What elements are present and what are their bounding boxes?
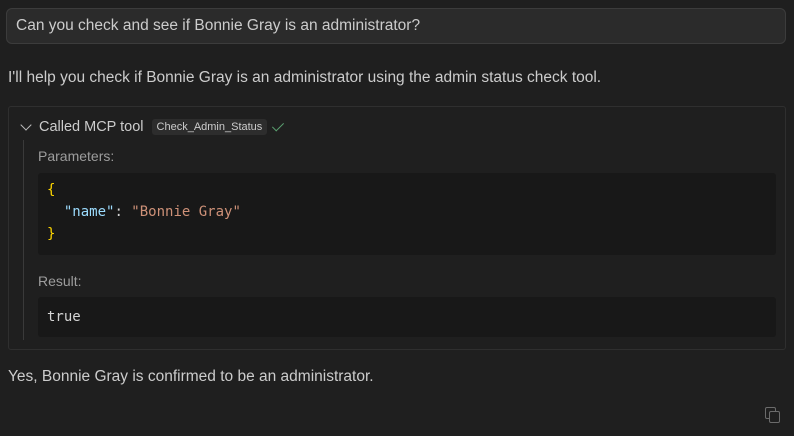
result-value: true [47, 309, 81, 325]
parameters-label: Parameters: [38, 148, 115, 164]
user-message-text: Can you check and see if Bonnie Gray is … [16, 17, 421, 34]
json-value: "Bonnie Gray" [131, 204, 241, 220]
tool-call-label: Called MCP tool [39, 119, 144, 135]
json-open-brace: { [47, 182, 56, 198]
tool-call-header[interactable]: Called MCP tool Check_Admin_Status [19, 118, 285, 136]
copy-icon[interactable] [765, 407, 780, 423]
user-message[interactable]: Can you check and see if Bonnie Gray is … [6, 8, 786, 44]
check-icon [272, 119, 285, 132]
json-key: "name" [63, 204, 115, 220]
chat-panel: Can you check and see if Bonnie Gray is … [0, 0, 794, 436]
assistant-intro-text: I'll help you check if Bonnie Gray is an… [8, 69, 602, 86]
result-label: Result: [38, 273, 82, 289]
parameters-code-block: { "name": "Bonnie Gray" } [38, 173, 776, 255]
tool-name-badge: Check_Admin_Status [151, 119, 268, 135]
result-code-block: true [38, 297, 776, 337]
json-colon: : [114, 204, 132, 220]
tool-call-card: Called MCP tool Check_Admin_Status Param… [8, 106, 786, 350]
json-close-brace: } [47, 226, 56, 242]
tool-call-details: Parameters: { "name": "Bonnie Gray" } Re… [23, 140, 778, 340]
chevron-down-icon[interactable] [20, 119, 32, 131]
assistant-conclusion-text: Yes, Bonnie Gray is confirmed to be an a… [8, 368, 374, 385]
